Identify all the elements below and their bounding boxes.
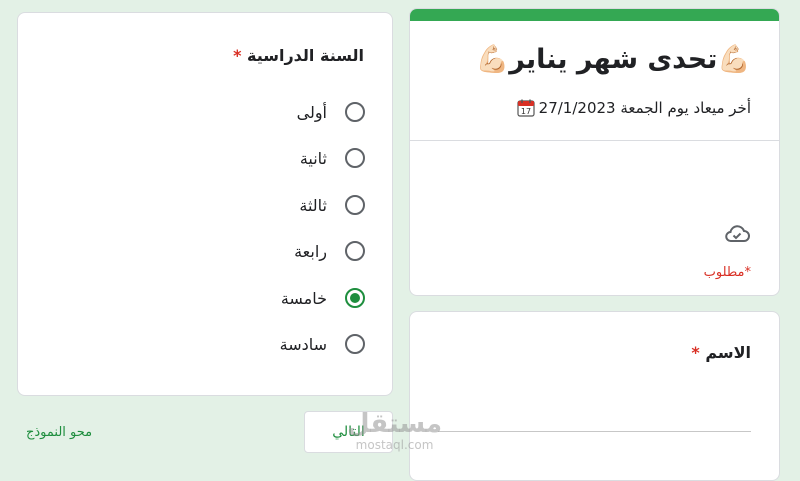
form-header-card: 💪🏻تحدى شهر يناير💪🏻 17 أخر ميعاد يوم الجم… (409, 8, 780, 296)
option-year-5[interactable]: خامسة (165, 285, 365, 311)
deadline-row: 17 أخر ميعاد يوم الجمعة 27/1/2023 (517, 99, 751, 117)
option-label: ثانية (299, 148, 327, 168)
academic-year-question: السنة الدراسية * أولى ثانية ثالثة رابعة … (17, 12, 393, 396)
name-title-text: الاسم (705, 343, 751, 362)
name-title: الاسم * (691, 343, 751, 362)
calendar-icon: 17 (517, 99, 535, 117)
radio-button[interactable] (345, 195, 365, 215)
option-label: أولى (296, 102, 327, 122)
required-star: * (691, 343, 700, 362)
svg-text:17: 17 (521, 107, 531, 116)
option-year-4[interactable]: رابعة (165, 238, 365, 264)
required-star: * (233, 46, 242, 65)
name-input[interactable] (438, 398, 751, 432)
option-label: خامسة (280, 288, 327, 308)
form-title: 💪🏻تحدى شهر يناير💪🏻 (475, 44, 751, 75)
option-year-1[interactable]: أولى (165, 99, 365, 125)
cloud-check-icon (725, 225, 750, 242)
option-year-6[interactable]: سادسة (165, 331, 365, 357)
option-label: رابعة (294, 241, 327, 261)
radio-button[interactable] (345, 102, 365, 122)
name-question: الاسم * (409, 311, 780, 481)
header-divider (410, 140, 779, 141)
option-label: ثالثة (299, 195, 327, 215)
option-label: سادسة (279, 334, 327, 354)
deadline-text: أخر ميعاد يوم الجمعة 27/1/2023 (538, 99, 751, 117)
clear-form-link[interactable]: محو النموذج (26, 425, 92, 440)
radio-button[interactable] (345, 148, 365, 168)
option-year-2[interactable]: ثانية (165, 145, 365, 171)
header-accent-bar (410, 9, 779, 21)
radio-button[interactable] (345, 334, 365, 354)
watermark-logo: مستقل mostaql.com (347, 410, 442, 452)
academic-year-title: السنة الدراسية * (233, 46, 364, 65)
watermark-sub: mostaql.com (355, 438, 434, 452)
radio-button[interactable] (345, 241, 365, 261)
required-note: *مطلوب (703, 265, 751, 280)
option-year-3[interactable]: ثالثة (165, 192, 365, 218)
watermark-main: مستقل (347, 409, 443, 439)
academic-year-title-text: السنة الدراسية (247, 46, 364, 65)
radio-button-selected[interactable] (345, 288, 365, 308)
